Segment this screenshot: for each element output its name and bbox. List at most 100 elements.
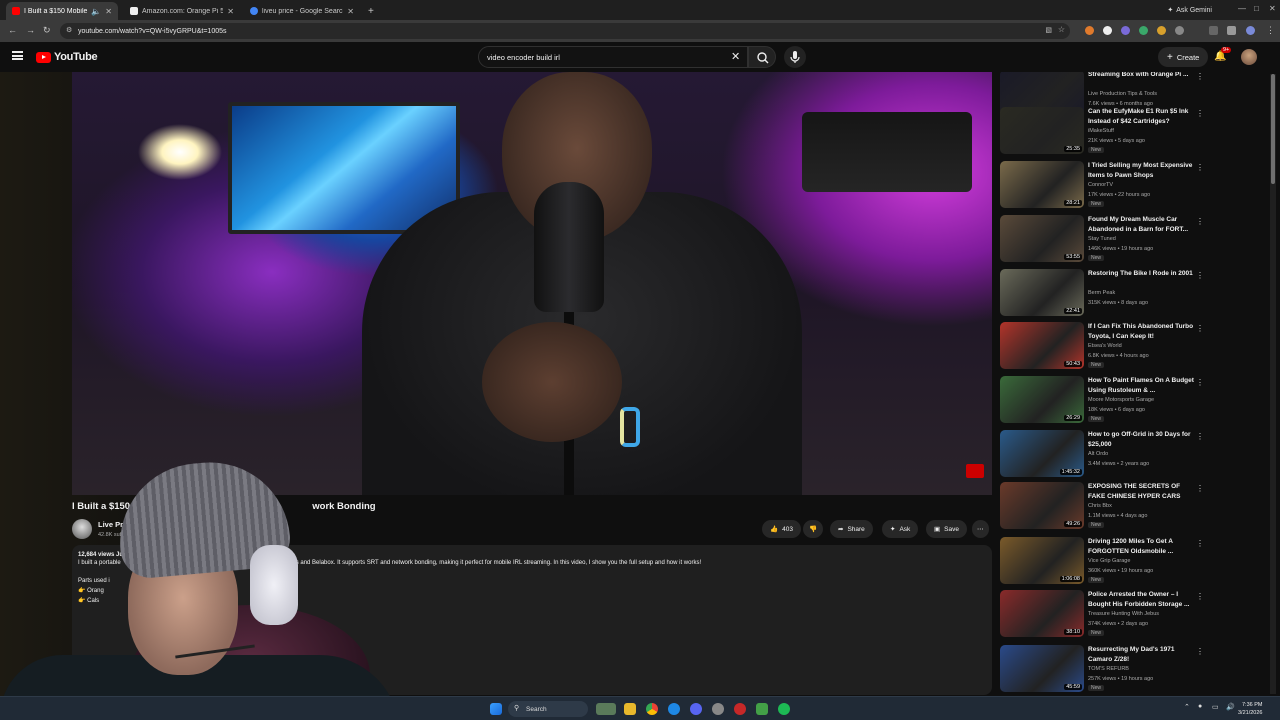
recommended-channel-name[interactable]: TOM'S REFURB [1088,666,1129,672]
new-tab-button[interactable]: + [362,2,378,20]
bookmark-star-icon[interactable]: ☆ [1058,25,1065,34]
recommended-video[interactable]: 45:59 Resurrecting My Dad's 1971 Camaro Z… [1000,645,1270,695]
recommended-video-title[interactable]: I Tried Selling my Most Expensive Items … [1088,161,1198,180]
video-thumbnail[interactable]: 1:45:32 [1000,430,1084,477]
recommended-video-title[interactable]: Restoring The Bike I Rode in 2001 [1088,269,1198,279]
recommended-video-title[interactable]: Streaming Box with Orange Pi ... [1088,72,1198,80]
profile-avatar-icon[interactable] [1246,26,1255,35]
system-clock[interactable]: 7:36 PM 3/21/2026 [1238,701,1262,717]
subscribe-watermark-icon[interactable] [966,464,984,478]
recommended-video-title[interactable]: Police Arrested the Owner – I Bought His… [1088,590,1198,609]
recommended-channel-name[interactable]: Chris Bbx [1088,503,1112,509]
video-description[interactable]: 12,684 views Jun I built a portable fus a… [72,545,992,695]
tray-overflow-icon[interactable]: ⌃ [1184,703,1190,711]
more-options-icon[interactable]: ⋮ [1196,72,1204,81]
more-options-icon[interactable]: ⋮ [1196,217,1204,226]
create-button[interactable]: + Create [1158,47,1209,67]
recommended-video-title[interactable]: How To Paint Flames On A Budget Using Ru… [1088,376,1198,395]
dislike-button[interactable]: 👎 [803,520,824,538]
video-thumbnail[interactable]: 45:59 [1000,645,1084,692]
close-tab-icon[interactable]: ✕ [347,7,354,16]
obs-icon[interactable] [734,703,746,715]
recommended-video[interactable]: 38:10 Police Arrested the Owner – I Bough… [1000,590,1270,640]
clear-search-icon[interactable]: ✕ [731,50,740,63]
display-tray-icon[interactable]: ▭ [1212,703,1219,711]
youtube-logo[interactable]: YouTube [36,51,98,63]
channel-name[interactable]: Live Produc [98,520,141,529]
more-actions-button[interactable]: ⋯ [972,520,989,538]
downloads-icon[interactable] [1227,26,1236,35]
extension-icon[interactable] [1139,26,1148,35]
browser-tab-active[interactable]: I Built a $150 Mobile Stream 🔈 ✕ [6,2,118,20]
recommended-video[interactable]: 1:45:32 How to go Off-Grid in 30 Days for… [1000,430,1270,480]
extension-icon[interactable] [1157,26,1166,35]
ask-gemini-button[interactable]: ✦ Ask Gemini [1161,3,1218,17]
share-button[interactable]: ➦ Share [830,520,873,538]
recommended-channel-name[interactable]: ConnorTV [1088,182,1113,188]
reload-icon[interactable]: ↻ [43,25,51,36]
minimize-window-icon[interactable]: — [1238,4,1246,13]
browser-tab-amazon[interactable]: Amazon.com: Orange Pi 5 Plus ✕ [124,2,240,20]
hamburger-menu-icon[interactable] [12,51,23,60]
video-thumbnail[interactable]: 22:41 [1000,269,1084,316]
search-input[interactable]: video encoder build irl [478,46,748,68]
browser-tab-google[interactable]: liveu price - Google Search ✕ [244,2,360,20]
microphone-tray-icon[interactable]: ● [1198,703,1202,710]
recommended-channel-name[interactable]: Alt Ordo [1088,451,1108,457]
chrome-icon[interactable] [646,703,658,715]
video-thumbnail[interactable]: 38:10 [1000,590,1084,637]
more-options-icon[interactable]: ⋮ [1196,432,1204,441]
recommended-video[interactable]: 1:06:08 Driving 1200 Miles To Get A FORGO… [1000,537,1270,587]
recommended-video[interactable]: 50:43 If I Can Fix This Abandoned Turbo T… [1000,322,1270,372]
voice-search-button[interactable] [784,46,806,68]
settings-gear-icon[interactable] [712,703,724,715]
widgets-icon[interactable] [596,703,616,715]
recommended-channel-name[interactable]: Moore Motorsports Garage [1088,397,1154,403]
video-player[interactable] [72,72,992,495]
recommended-video[interactable]: 28:21 I Tried Selling my Most Expensive I… [1000,161,1270,211]
video-thumbnail[interactable]: 50:43 [1000,322,1084,369]
more-options-icon[interactable]: ⋮ [1196,271,1204,280]
close-window-icon[interactable]: ✕ [1269,4,1276,13]
more-options-icon[interactable]: ⋮ [1196,378,1204,387]
more-options-icon[interactable]: ⋮ [1196,109,1204,118]
video-thumbnail[interactable]: 28:21 [1000,161,1084,208]
app-icon[interactable] [756,703,768,715]
more-options-icon[interactable]: ⋮ [1196,647,1204,656]
video-thumbnail[interactable]: 53:55 [1000,215,1084,262]
close-tab-icon[interactable]: ✕ [105,7,112,16]
app-icon[interactable] [668,703,680,715]
video-thumbnail[interactable]: 49:26 [1000,482,1084,529]
extension-icon[interactable] [1103,26,1112,35]
extension-icon[interactable] [1121,26,1130,35]
like-button[interactable]: 👍 403 [762,520,801,538]
volume-icon[interactable]: 🔊 [1226,703,1235,711]
recommended-channel-name[interactable]: Treasure Hunting With Jebus [1088,611,1159,617]
recommended-channel-name[interactable]: Vice Grip Garage [1088,558,1130,564]
more-options-icon[interactable]: ⋮ [1196,163,1204,172]
address-bar[interactable]: ⚙ youtube.com/watch?v=QW-i5vyGRPU&t=1005… [60,23,1070,39]
maximize-window-icon[interactable]: □ [1254,4,1259,13]
extensions-puzzle-icon[interactable] [1175,26,1184,35]
save-button[interactable]: ▣ Save [926,520,967,538]
install-app-icon[interactable]: ▧ [1045,26,1052,34]
back-arrow-icon[interactable]: ← [8,25,17,35]
recommended-video-title[interactable]: If I Can Fix This Abandoned Turbo Toyota… [1088,322,1198,341]
video-thumbnail[interactable]: 25:35 [1000,107,1084,154]
more-options-icon[interactable]: ⋮ [1196,592,1204,601]
recommended-channel-name[interactable]: Live Production Tips & Tools [1088,91,1157,97]
more-options-icon[interactable]: ⋮ [1196,539,1204,548]
recommended-video[interactable]: 49:26 EXPOSING THE SECRETS OF FAKE CHINES… [1000,482,1270,532]
extension-icon[interactable] [1085,26,1094,35]
recommended-video-title[interactable]: Found My Dream Muscle Car Abandoned in a… [1088,215,1198,234]
forward-arrow-icon[interactable]: → [26,25,35,35]
recommended-video-title[interactable]: Resurrecting My Dad's 1971 Camaro Z/28! [1088,645,1198,664]
video-thumbnail[interactable]: 26:29 [1000,376,1084,423]
close-tab-icon[interactable]: ✕ [227,7,234,16]
ask-button[interactable]: ✦ Ask [882,520,919,538]
spotify-icon[interactable] [778,703,790,715]
taskbar-search[interactable]: ⚲ Search [508,701,588,717]
discord-icon[interactable] [690,703,702,715]
recommended-video-title[interactable]: EXPOSING THE SECRETS OF FAKE CHINESE HYP… [1088,482,1198,501]
recommended-channel-name[interactable]: Berm Peak [1088,290,1115,296]
